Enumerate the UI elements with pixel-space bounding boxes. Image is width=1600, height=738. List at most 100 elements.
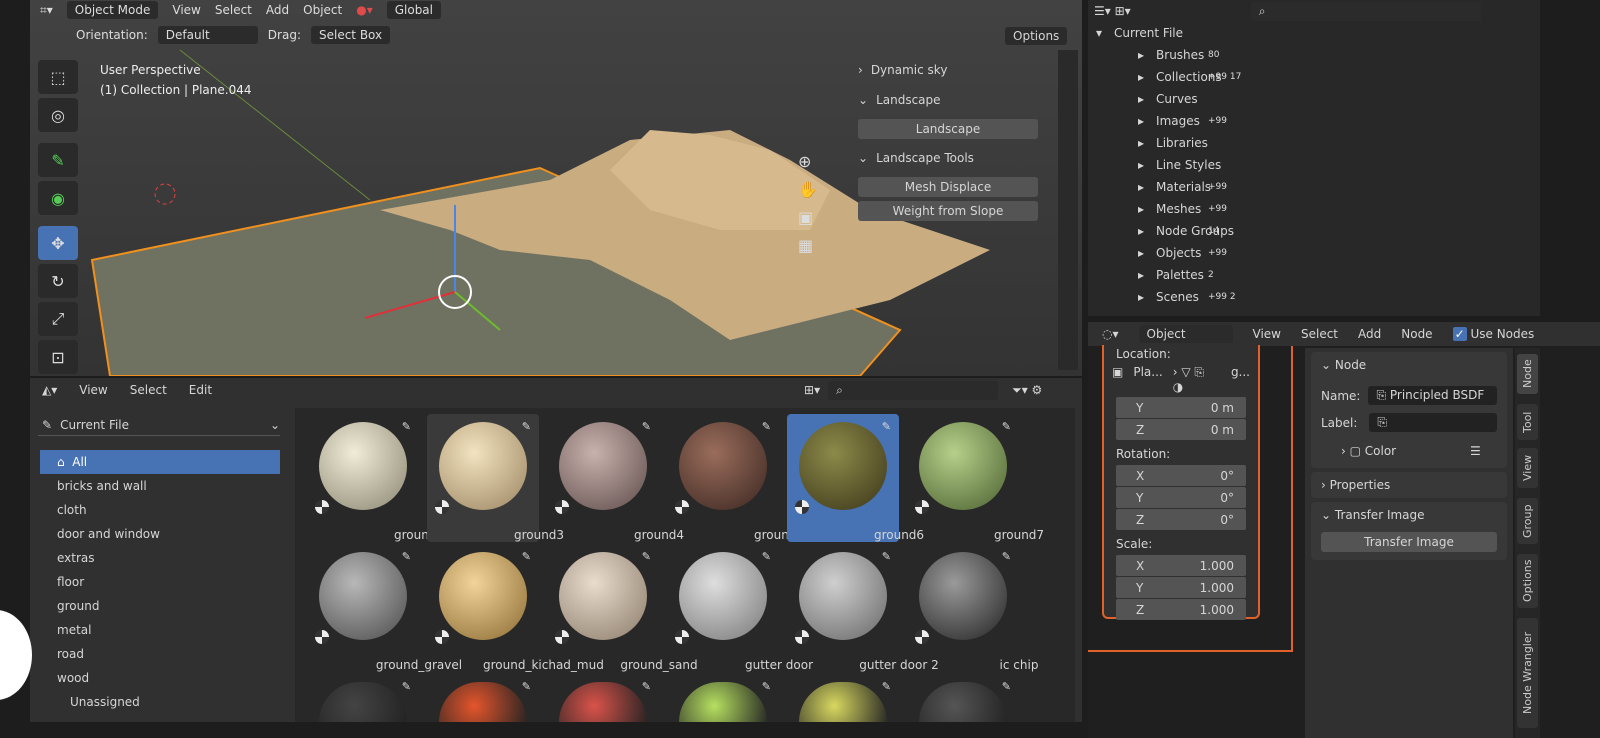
menu-select[interactable]: Select — [1301, 327, 1338, 341]
asset-tile[interactable]: ✎ ground7 — [907, 414, 1044, 542]
asset-tile[interactable]: ✎ ground_gravel — [307, 544, 462, 672]
asset-tile[interactable]: ✎ ground3 — [427, 414, 564, 542]
edit-icon[interactable]: ✎ — [762, 420, 771, 433]
asset-tile[interactable]: ✎ — [427, 674, 539, 722]
editor-type-icon[interactable]: ◭▾ — [42, 383, 57, 397]
label-field[interactable]: ⎘ — [1369, 413, 1497, 432]
outliner-item[interactable]: ▸ Materials +99 — [1088, 176, 1540, 198]
display-mode-icon[interactable]: ☰▾ ⊞▾ — [1094, 4, 1131, 18]
scl-field[interactable]: Z 1.000 — [1116, 599, 1246, 620]
catalog-item[interactable]: wood — [40, 666, 280, 690]
orientation-dropdown[interactable]: Default — [157, 26, 258, 44]
tab-options[interactable]: Options — [1517, 554, 1538, 608]
asset-tile[interactable]: ✎ — [787, 674, 899, 722]
catalog-item[interactable]: bricks and wall — [40, 474, 280, 498]
use-nodes-checkbox[interactable]: ✓ Use Nodes — [1452, 327, 1534, 341]
loc-field[interactable]: Z0 m — [1116, 419, 1246, 440]
panel-transfer-image[interactable]: ⌄ Transfer Image — [1321, 508, 1497, 522]
rot-field[interactable]: Y 0° — [1116, 487, 1246, 508]
asset-tile[interactable]: ✎ ground4 — [547, 414, 684, 542]
outliner-item[interactable]: ▸ Collections +99 17 — [1088, 66, 1540, 88]
transfer-image-button[interactable]: Transfer Image — [1321, 532, 1497, 552]
select-tool[interactable]: ⬚ — [38, 60, 78, 94]
menu-edit[interactable]: Edit — [189, 383, 212, 397]
outliner-item[interactable]: ▸ Libraries — [1088, 132, 1540, 154]
menu-node[interactable]: Node — [1401, 327, 1432, 341]
edit-icon[interactable]: ✎ — [642, 420, 651, 433]
outliner-item[interactable]: ▸ Palettes 2 — [1088, 264, 1540, 286]
edit-icon[interactable]: ✎ — [882, 550, 891, 563]
mesh-displace-button[interactable]: Mesh Displace — [858, 177, 1038, 197]
loc-field[interactable]: Y0 m — [1116, 397, 1246, 418]
catalog-item[interactable]: extras — [40, 546, 280, 570]
asset-tile[interactable]: ✎ — [307, 674, 419, 722]
outliner-item[interactable]: ▸ Scenes +99 2 — [1088, 286, 1540, 308]
menu-view[interactable]: View — [1253, 327, 1281, 341]
scl-field[interactable]: Y 1.000 — [1116, 577, 1246, 598]
ortho-grid-icon[interactable]: ▦ — [798, 236, 818, 255]
menu-view[interactable]: View — [172, 3, 200, 17]
tab-node-wrangler[interactable]: Node Wrangler — [1517, 618, 1538, 728]
options-dropdown[interactable]: Options — [1005, 27, 1068, 45]
rot-field[interactable]: Z 0° — [1116, 509, 1246, 530]
annotate-tool[interactable]: ✎ — [38, 143, 78, 177]
edit-icon[interactable]: ✎ — [882, 680, 891, 693]
filter-icon[interactable]: ⏷▾ ⚙ — [1012, 383, 1042, 398]
edit-icon[interactable]: ✎ — [642, 550, 651, 563]
catalog-item[interactable]: door and window — [40, 522, 280, 546]
tab-view[interactable]: View — [1517, 448, 1538, 488]
outliner-item[interactable]: ▸ Node Groups 14 — [1088, 220, 1540, 242]
edit-icon[interactable]: ✎ — [762, 550, 771, 563]
outliner-search[interactable]: ⌕ — [1250, 1, 1481, 21]
name-field[interactable]: ⎘ Principled BSDF — [1368, 386, 1497, 405]
panel-dynamic-sky[interactable]: › Dynamic sky — [848, 55, 1048, 85]
editor-type-icon[interactable]: ⌗▾ — [40, 3, 53, 18]
edit-icon[interactable]: ✎ — [402, 680, 411, 693]
tab-group[interactable]: Group — [1517, 498, 1538, 544]
edit-icon[interactable]: ✎ — [522, 550, 531, 563]
catalog-item[interactable]: ⌂ All — [40, 450, 280, 474]
outliner-item[interactable]: ▸ Objects +99 — [1088, 242, 1540, 264]
catalog-item[interactable]: cloth — [40, 498, 280, 522]
menu-add[interactable]: Add — [1358, 327, 1381, 341]
catalog-item[interactable]: ground — [40, 594, 280, 618]
asset-tile[interactable]: ✎ ground2 — [307, 414, 444, 542]
menu-view[interactable]: View — [79, 383, 107, 397]
zoom-icon[interactable]: ⊕ — [798, 152, 818, 171]
asset-tile[interactable]: ✎ — [907, 674, 1019, 722]
display-mode-icon[interactable]: ⊞▾ — [804, 383, 820, 397]
color-subpanel[interactable]: › ▢ Color ☰ — [1341, 444, 1497, 458]
edit-icon[interactable]: ✎ — [522, 420, 531, 433]
edit-icon[interactable]: ✎ — [762, 680, 771, 693]
edit-icon[interactable]: ✎ — [1002, 680, 1011, 693]
edit-icon[interactable]: ✎ — [522, 680, 531, 693]
asset-tile[interactable]: ✎ gutter door — [667, 544, 813, 672]
landscape-button[interactable]: Landscape — [858, 119, 1038, 139]
asset-search[interactable]: ⌕ — [828, 380, 999, 400]
edit-icon[interactable]: ✎ — [882, 420, 891, 433]
tab-tool[interactable]: Tool — [1517, 404, 1538, 440]
outliner-item[interactable]: ▸ Brushes 80 — [1088, 44, 1540, 66]
measure-tool[interactable]: ◉ — [38, 181, 78, 215]
menu-select[interactable]: Select — [130, 383, 167, 397]
asset-tile[interactable]: ✎ ground5 — [667, 414, 804, 542]
editor-type-icon[interactable]: ◌▾ — [1102, 327, 1119, 341]
panel-properties[interactable]: › Properties — [1311, 472, 1507, 498]
edit-icon[interactable]: ✎ — [642, 680, 651, 693]
pan-hand-icon[interactable]: ✋ — [798, 180, 818, 199]
menu-select[interactable]: Select — [215, 3, 252, 17]
catalog-item[interactable]: metal — [40, 618, 280, 642]
asset-tile[interactable]: ✎ ground_sand — [547, 544, 698, 672]
rot-field[interactable]: X 0° — [1116, 465, 1246, 486]
scale-tool[interactable]: ⤢ — [38, 302, 78, 336]
move-tool[interactable]: ✥ — [38, 226, 78, 260]
scl-field[interactable]: X 1.000 — [1116, 555, 1246, 576]
edit-icon[interactable]: ✎ — [402, 420, 411, 433]
outliner-item[interactable]: ▸ Line Styles — [1088, 154, 1540, 176]
asset-tile[interactable]: ✎ gutter door 2 — [787, 544, 939, 672]
shading-icon[interactable]: ●▾ — [356, 3, 373, 17]
object-info-node[interactable]: Location: ▣ Pla... › ▽ ⎘ ◑ g... Y0 mZ0 m Rot… — [1102, 345, 1260, 620]
rotate-tool[interactable]: ↻ — [38, 264, 78, 298]
transform-orientation-dropdown[interactable]: Global — [386, 1, 441, 19]
edit-icon[interactable]: ✎ — [1002, 550, 1011, 563]
